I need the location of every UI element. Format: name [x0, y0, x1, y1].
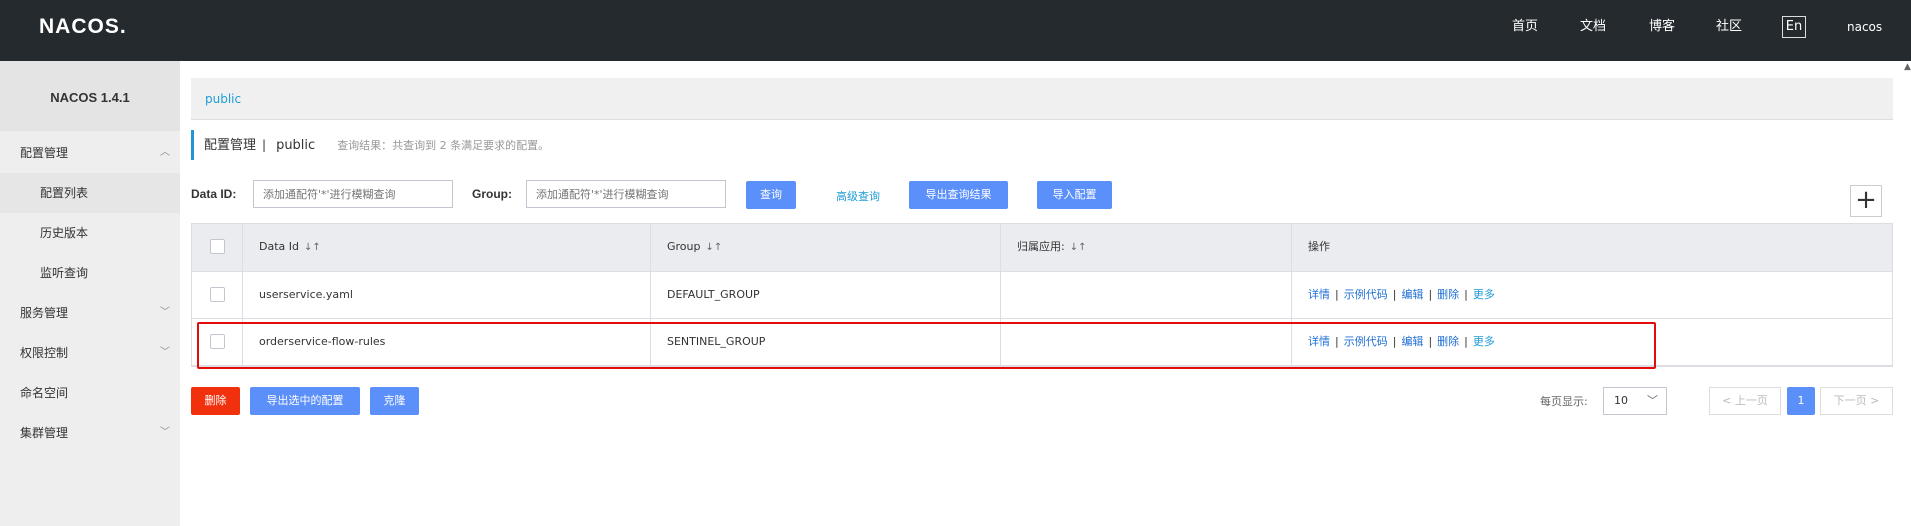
data-id-label: Data ID: — [191, 187, 237, 201]
action-separator: | — [1392, 288, 1397, 301]
language-toggle-button[interactable]: En — [1782, 16, 1806, 38]
column-header-actions: 操作 — [1291, 224, 1894, 271]
nav-docs[interactable]: 文档 — [1580, 0, 1606, 61]
column-header-label: 归属应用: — [1017, 240, 1065, 253]
column-header-app[interactable]: 归属应用: ↓↑ — [1000, 224, 1291, 271]
cell-actions: 详情 | 示例代码 | 编辑 | 删除 | 更多 — [1291, 272, 1894, 318]
sidebar-item-label: 命名空间 — [20, 386, 69, 400]
sidebar-item-label: 权限控制 — [20, 346, 69, 360]
group-label: Group: — [472, 187, 512, 201]
clone-button[interactable]: 克隆 — [370, 387, 419, 415]
sidebar: NACOS 1.4.1 配置管理 ︿ 配置列表 历史版本 监听查询 服务管理 ﹀… — [0, 61, 180, 526]
nav-community[interactable]: 社区 — [1716, 0, 1742, 61]
page-number-current[interactable]: 1 — [1787, 387, 1815, 415]
namespace-bar: public — [191, 78, 1893, 120]
action-edit-link[interactable]: 编辑 — [1401, 288, 1423, 301]
delete-selected-button[interactable]: 删除 — [191, 387, 240, 415]
page-size-select[interactable]: 10 ﹀ — [1603, 387, 1667, 415]
sidebar-item-access-control[interactable]: 权限控制 ﹀ — [0, 333, 180, 373]
plus-icon: + — [1855, 185, 1877, 215]
sidebar-item-label: 服务管理 — [20, 306, 69, 320]
cell-data-id: userservice.yaml — [242, 272, 650, 318]
top-header: NACOS. 首页 文档 博客 社区 En nacos — [0, 0, 1911, 61]
sort-icon[interactable]: ↓↑ — [304, 242, 321, 253]
chevron-up-icon: ︿ — [160, 147, 170, 158]
sort-icon[interactable]: ↓↑ — [1070, 242, 1087, 253]
page-title-namespace: public — [276, 138, 316, 153]
table-header-row: Data Id ↓↑ Group ↓↑ 归属应用: ↓↑ 操作 — [192, 224, 1892, 272]
chevron-down-icon: ﹀ — [160, 307, 170, 318]
sidebar-item-config-management[interactable]: 配置管理 ︿ — [0, 133, 180, 173]
row-select-cell — [192, 272, 242, 318]
page-title: 配置管理 | public 查询结果：共查询到 2 条满足要求的配置。 — [191, 130, 549, 160]
add-config-button[interactable]: + — [1850, 185, 1882, 217]
sidebar-item-listener-query[interactable]: 监听查询 — [0, 253, 180, 293]
user-name[interactable]: nacos — [1847, 0, 1882, 61]
sidebar-item-config-list[interactable]: 配置列表 — [0, 173, 180, 213]
sidebar-item-service-management[interactable]: 服务管理 ﹀ — [0, 293, 180, 333]
query-result-hint: 查询结果：共查询到 2 条满足要求的配置。 — [337, 139, 550, 152]
page-title-text: 配置管理 — [204, 138, 257, 153]
action-separator: | — [1335, 288, 1339, 301]
column-header-data-id[interactable]: Data Id ↓↑ — [242, 224, 650, 271]
action-separator: | — [1428, 288, 1433, 301]
action-sample-code-link[interactable]: 示例代码 — [1344, 288, 1388, 301]
highlight-box — [197, 322, 1656, 369]
column-header-group[interactable]: Group ↓↑ — [650, 224, 1000, 271]
chevron-down-icon: ﹀ — [160, 347, 170, 358]
action-more-link[interactable]: 更多 — [1473, 288, 1495, 301]
sort-icon[interactable]: ↓↑ — [706, 242, 723, 253]
sidebar-item-label: 配置列表 — [40, 186, 89, 200]
column-header-label: Data Id — [259, 240, 299, 253]
prev-page-button[interactable]: < 上一页 — [1709, 387, 1781, 415]
sidebar-item-cluster-management[interactable]: 集群管理 ﹀ — [0, 413, 180, 453]
action-detail-link[interactable]: 详情 — [1308, 288, 1330, 301]
import-config-button[interactable]: 导入配置 — [1037, 181, 1112, 209]
export-query-results-button[interactable]: 导出查询结果 — [909, 181, 1008, 209]
sidebar-item-label: 配置管理 — [20, 146, 69, 160]
version-label: NACOS 1.4.1 — [0, 61, 180, 131]
column-header-label: Group — [667, 240, 701, 253]
title-separator: | — [262, 138, 267, 152]
sidebar-item-history[interactable]: 历史版本 — [0, 213, 180, 253]
action-separator: | — [1464, 288, 1468, 301]
chevron-down-icon: ﹀ — [160, 427, 170, 438]
nav-home[interactable]: 首页 — [1512, 0, 1538, 61]
scrollbar-up-arrow[interactable]: ▲ — [1904, 62, 1911, 72]
namespace-tab-public[interactable]: public — [205, 92, 241, 106]
table-row: userservice.yaml DEFAULT_GROUP 详情 | 示例代码 | 编… — [192, 272, 1892, 319]
sidebar-item-label: 历史版本 — [40, 226, 89, 240]
next-page-button[interactable]: 下一页 > — [1820, 387, 1893, 415]
action-delete-link[interactable]: 删除 — [1437, 288, 1459, 301]
cell-app — [1000, 272, 1291, 318]
page-size-label: 每页显示: — [1540, 395, 1588, 408]
advanced-query-link[interactable]: 高级查询 — [836, 188, 880, 204]
row-checkbox[interactable] — [210, 287, 225, 302]
export-selected-button[interactable]: 导出选中的配置 — [250, 387, 360, 415]
column-header-label: 操作 — [1308, 240, 1330, 253]
select-all-checkbox[interactable] — [210, 239, 225, 254]
header-select-cell — [192, 224, 242, 271]
sidebar-item-label: 集群管理 — [20, 426, 69, 440]
page-size-value: 10 — [1614, 394, 1628, 407]
group-input[interactable] — [526, 180, 726, 208]
sidebar-item-label: 监听查询 — [40, 266, 89, 280]
data-id-input[interactable] — [253, 180, 453, 208]
nav-blog[interactable]: 博客 — [1649, 0, 1675, 61]
sidebar-item-namespace[interactable]: 命名空间 — [0, 373, 180, 413]
cell-group: DEFAULT_GROUP — [650, 272, 1000, 318]
chevron-down-icon: ﹀ — [1647, 394, 1658, 407]
nacos-logo[interactable]: NACOS. — [39, 15, 127, 39]
query-button[interactable]: 查询 — [746, 181, 796, 209]
